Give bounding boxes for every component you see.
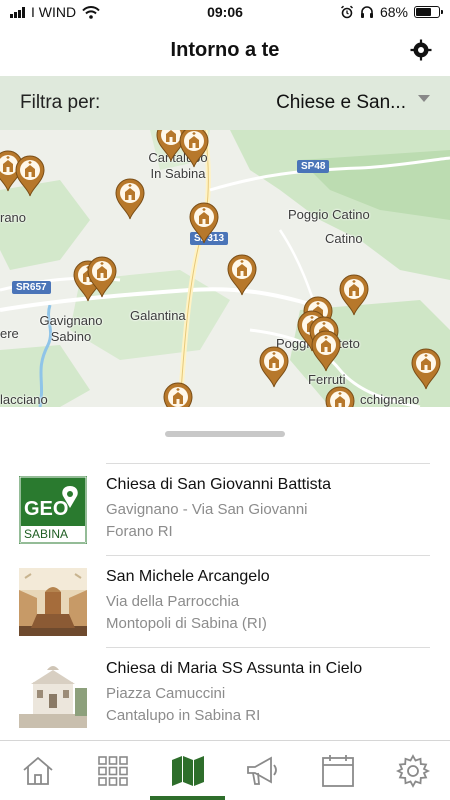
map-place-label: Gavignano Sabino: [39, 313, 103, 344]
filter-label: Filtra per:: [20, 92, 101, 113]
filter-bar: Filtra per: Chiese e San...: [0, 76, 450, 130]
map-place-label: ere: [0, 326, 19, 341]
item-title: San Michele Arcangelo: [106, 568, 270, 585]
filter-selected-value: Chiese e San...: [276, 92, 406, 113]
geosabina-logo: GEO SABINA: [19, 476, 87, 544]
list-item[interactable]: San Michele Arcangelo Via della Parrocch…: [19, 555, 430, 647]
map-icon: [171, 755, 204, 786]
filter-dropdown[interactable]: Chiese e San...: [276, 92, 430, 114]
road-shield: SR657: [12, 281, 51, 294]
tab-calendar[interactable]: [300, 741, 375, 800]
page-title: Intorno a te: [170, 38, 280, 61]
item-city: Cantalupo in Sabina RI: [106, 707, 261, 724]
map-pin-church[interactable]: [226, 254, 258, 296]
map-pin-church[interactable]: [162, 382, 194, 407]
item-address: Piazza Camuccini: [106, 685, 226, 702]
battery-percent: 68%: [379, 4, 408, 20]
calendar-icon: [321, 754, 354, 787]
map-place-label: lacciano: [0, 392, 48, 407]
signal-icon: [10, 6, 25, 18]
map-place-label: Catino: [325, 231, 363, 246]
tab-map[interactable]: [150, 741, 225, 800]
church-exterior-photo: [19, 660, 87, 728]
map-place-label: rano: [0, 210, 27, 225]
wifi-icon: [82, 5, 100, 19]
map-terrain: [0, 130, 450, 407]
tab-grid[interactable]: [75, 741, 150, 800]
map-pin-church[interactable]: [178, 130, 210, 168]
tab-announcements[interactable]: [225, 741, 300, 800]
status-right: 68%: [340, 4, 443, 20]
results-list: GEO SABINA Chiesa di San Giovanni Battis…: [0, 463, 450, 739]
map-pin-church[interactable]: [258, 346, 290, 388]
map-place-label: cchignano: [360, 392, 420, 407]
map-place-label: Galantina: [130, 308, 186, 323]
status-left: I WIND: [10, 4, 100, 20]
item-city: Forano RI: [106, 523, 173, 540]
map-place-label: Poggio Catino: [288, 207, 370, 222]
logo-text-sabina: SABINA: [24, 527, 69, 541]
map-pin-church[interactable]: [86, 256, 118, 298]
map-pin-church[interactable]: [324, 386, 356, 407]
locate-button[interactable]: [408, 37, 434, 63]
list-item[interactable]: Chiesa di Maria SS Assunta in Cielo Piaz…: [19, 647, 430, 739]
results-sheet: GEO SABINA Chiesa di San Giovanni Battis…: [0, 407, 450, 740]
map-pin-church[interactable]: [14, 155, 46, 197]
item-title: Chiesa di San Giovanni Battista: [106, 476, 332, 493]
tab-settings[interactable]: [375, 741, 450, 800]
item-address: Via della Parrocchia: [106, 593, 240, 610]
logo-text-geo: GEO: [24, 498, 69, 520]
sheet-drag-handle[interactable]: [165, 431, 285, 437]
item-city: Montopoli di Sabina (RI): [106, 615, 267, 632]
road-shield: SP48: [297, 160, 330, 173]
list-item[interactable]: GEO SABINA Chiesa di San Giovanni Battis…: [19, 463, 430, 555]
map-pin-church[interactable]: [338, 274, 370, 316]
alarm-icon: [340, 5, 353, 19]
item-address: Gavignano - Via San Giovanni: [106, 501, 308, 518]
gear-icon: [395, 753, 430, 788]
map-pin-church[interactable]: [410, 348, 442, 390]
battery-icon: [414, 6, 443, 18]
tab-home[interactable]: [0, 741, 75, 800]
carrier-label: I WIND: [31, 4, 77, 20]
bottom-tab-bar: [0, 740, 450, 800]
map-pin-church[interactable]: [188, 202, 220, 244]
megaphone-icon: [246, 755, 277, 785]
grid-icon: [97, 755, 128, 786]
chevron-down-icon: [418, 94, 430, 102]
map-pin-church[interactable]: [310, 330, 342, 372]
home-icon: [22, 756, 53, 785]
crosshair-icon: [410, 39, 432, 61]
headphones-icon: [360, 6, 373, 18]
status-bar: I WIND 09:06 68%: [0, 0, 450, 24]
top-header: Intorno a te: [0, 24, 450, 76]
item-title: Chiesa di Maria SS Assunta in Cielo: [106, 660, 363, 677]
church-interior-photo: [19, 568, 87, 636]
map-view[interactable]: Cantalupo In Sabina Poggio Catino Catino…: [0, 130, 450, 407]
map-pin-church[interactable]: [114, 178, 146, 220]
